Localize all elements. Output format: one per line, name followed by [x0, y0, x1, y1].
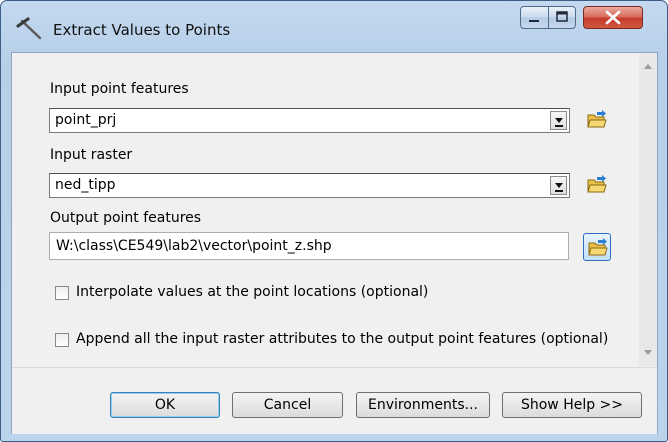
output-point-features-input[interactable]: W:\class\CE549\lab2\vector\point_z.shp: [49, 232, 569, 260]
input-raster-browse-button[interactable]: [583, 171, 611, 199]
input-point-features-combobox[interactable]: point_prj: [49, 108, 570, 133]
maximize-icon: [556, 11, 568, 22]
dropdown-arrow-icon: [555, 183, 563, 188]
input-raster-combobox[interactable]: ned_tipp: [49, 173, 570, 198]
ok-button[interactable]: OK: [110, 392, 220, 418]
title-bar[interactable]: Extract Values to Points: [1, 1, 667, 51]
input-raster-dropdown-button[interactable]: [550, 176, 567, 195]
folder-open-icon: [588, 238, 608, 256]
close-window-button[interactable]: [583, 6, 643, 29]
output-point-features-value: W:\class\CE549\lab2\vector\point_z.shp: [56, 238, 332, 254]
environments-button[interactable]: Environments...: [356, 392, 490, 418]
scroll-down-icon[interactable]: [644, 350, 652, 355]
interpolate-label[interactable]: Interpolate values at the point location…: [76, 284, 428, 300]
append-attributes-checkbox[interactable]: [55, 333, 69, 347]
dialog-client-area: Input point features point_prj Input ras…: [11, 52, 658, 434]
close-icon: [605, 10, 621, 25]
input-raster-value: ned_tipp: [55, 177, 116, 193]
dropdown-bar: [555, 190, 563, 192]
output-point-features-label: Output point features: [50, 210, 202, 226]
cancel-button[interactable]: Cancel: [232, 392, 343, 418]
show-help-button[interactable]: Show Help >>: [502, 392, 642, 418]
folder-open-icon: [587, 175, 607, 193]
output-point-features-browse-button[interactable]: [583, 233, 611, 261]
append-attributes-label[interactable]: Append all the input raster attributes t…: [76, 331, 608, 347]
vertical-scrollbar[interactable]: [639, 53, 657, 366]
dropdown-arrow-icon: [555, 118, 563, 123]
scroll-up-icon[interactable]: [644, 64, 652, 69]
interpolate-checkbox[interactable]: [55, 286, 69, 300]
folder-open-icon: [587, 110, 607, 128]
dialog-window: Extract Values to Points Input point fea…: [0, 0, 668, 442]
input-point-features-value: point_prj: [55, 112, 117, 128]
window-title: Extract Values to Points: [53, 21, 231, 39]
button-bar: OK Cancel Environments... Show Help >>: [12, 367, 657, 434]
input-point-features-dropdown-button[interactable]: [550, 111, 567, 130]
maximize-button[interactable]: [548, 6, 576, 29]
minimize-icon: [529, 20, 539, 22]
input-point-features-label: Input point features: [50, 81, 189, 97]
minimize-button[interactable]: [520, 6, 549, 29]
parameters-panel: Input point features point_prj Input ras…: [12, 53, 639, 366]
input-raster-label: Input raster: [50, 147, 133, 163]
dropdown-bar: [555, 125, 563, 127]
hammer-tool-icon: [16, 17, 42, 40]
input-point-features-browse-button[interactable]: [583, 106, 611, 134]
